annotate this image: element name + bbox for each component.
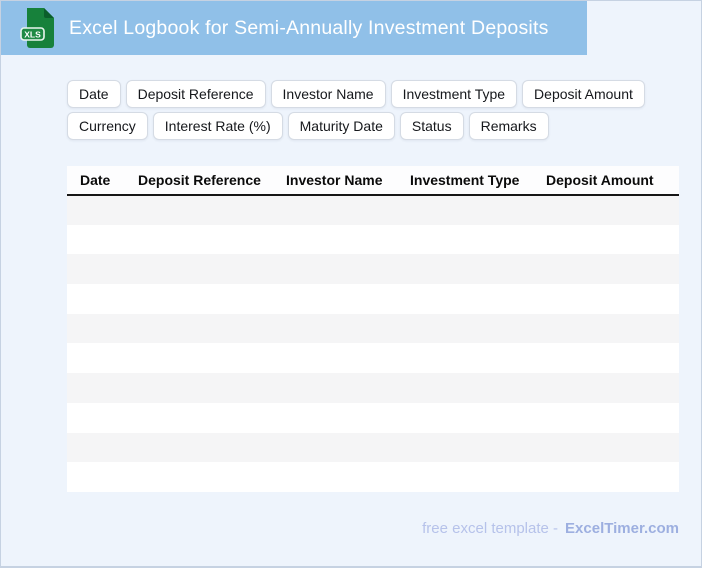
table-row xyxy=(67,254,679,285)
field-chip[interactable]: Date xyxy=(67,80,121,108)
footer-brand-link[interactable]: ExcelTimer.com xyxy=(565,520,679,537)
page-title: Excel Logbook for Semi-Annually Investme… xyxy=(69,16,549,39)
table-cell xyxy=(666,403,679,433)
table-row xyxy=(67,195,679,225)
table-body xyxy=(67,195,679,492)
table-cell xyxy=(67,254,125,284)
table-cell xyxy=(533,373,666,403)
table-cell xyxy=(67,373,125,403)
table-header-row: Date Deposit Reference Investor Name Invest… xyxy=(67,166,679,196)
table-cell xyxy=(666,343,679,373)
table-cell xyxy=(273,254,397,284)
field-chip[interactable]: Deposit Amount xyxy=(522,80,645,108)
table-cell xyxy=(125,403,273,433)
column-header: Investor Name xyxy=(273,166,397,196)
table-cell xyxy=(125,284,273,314)
table-cell xyxy=(125,462,273,492)
table-cell xyxy=(273,462,397,492)
table-cell xyxy=(273,343,397,373)
table-cell xyxy=(533,403,666,433)
footer-credit: free excel template - ExcelTimer.com xyxy=(422,520,679,537)
field-chips: Date Deposit Reference Investor Name Invest… xyxy=(67,80,667,140)
table-cell xyxy=(125,225,273,255)
field-chip[interactable]: Remarks xyxy=(468,112,549,140)
field-chip[interactable]: Investment Type xyxy=(390,80,518,108)
table-cell xyxy=(397,403,533,433)
table-cell xyxy=(533,462,666,492)
table-cell xyxy=(67,314,125,344)
xls-badge-label: XLS xyxy=(24,30,41,40)
table-cell xyxy=(67,403,125,433)
table-cell xyxy=(666,195,679,225)
table-cell xyxy=(125,373,273,403)
header-bar: XLS Excel Logbook for Semi-Annually Inve… xyxy=(1,1,587,55)
table-cell xyxy=(67,433,125,463)
table-cell xyxy=(397,254,533,284)
table-cell xyxy=(125,195,273,225)
table-cell xyxy=(533,343,666,373)
table-cell xyxy=(67,225,125,255)
field-chip[interactable]: Status xyxy=(399,112,464,140)
table-cell xyxy=(666,314,679,344)
table-cell xyxy=(533,314,666,344)
field-chip[interactable]: Interest Rate (%) xyxy=(152,112,283,140)
table-row xyxy=(67,402,679,433)
table-cell xyxy=(397,433,533,463)
field-chip[interactable]: Investor Name xyxy=(270,80,386,108)
table-cell xyxy=(666,284,679,314)
field-chip[interactable]: Currency xyxy=(67,112,148,140)
footer-text: free excel template - xyxy=(422,520,559,537)
table-cell xyxy=(125,314,273,344)
table-cell xyxy=(125,343,273,373)
column-header: Deposit Amount xyxy=(533,166,666,196)
table-row xyxy=(67,373,679,403)
table-cell xyxy=(67,284,125,314)
table-cell xyxy=(397,314,533,344)
table-cell xyxy=(273,314,397,344)
table-cell xyxy=(67,195,125,225)
table-row xyxy=(67,313,679,344)
table-cell xyxy=(666,225,679,255)
table-cell xyxy=(533,284,666,314)
table-row xyxy=(67,284,679,314)
table-cell xyxy=(125,433,273,463)
table-cell xyxy=(273,284,397,314)
table-cell xyxy=(666,462,679,492)
table-cell xyxy=(125,254,273,284)
table-cell xyxy=(397,343,533,373)
table-cell xyxy=(273,225,397,255)
column-header: Currency xyxy=(666,166,679,196)
column-header: Date xyxy=(67,166,125,196)
table-cell xyxy=(533,433,666,463)
column-header: Deposit Reference xyxy=(125,166,273,196)
logbook-table-container: Date Deposit Reference Investor Name Invest… xyxy=(67,166,679,493)
table-cell xyxy=(67,343,125,373)
xls-file-icon: XLS xyxy=(20,7,56,49)
table-cell xyxy=(273,373,397,403)
table-cell xyxy=(397,462,533,492)
table-cell xyxy=(273,433,397,463)
table-cell xyxy=(397,373,533,403)
table-cell xyxy=(273,195,397,225)
table-cell xyxy=(533,225,666,255)
field-chip[interactable]: Maturity Date xyxy=(287,112,395,140)
column-header: Investment Type xyxy=(397,166,533,196)
table-cell xyxy=(666,433,679,463)
logbook-table: Date Deposit Reference Investor Name Invest… xyxy=(67,166,679,492)
table-cell xyxy=(666,254,679,284)
table-row xyxy=(67,224,679,255)
table-cell xyxy=(533,254,666,284)
page: XLS Excel Logbook for Semi-Annually Inve… xyxy=(0,0,702,568)
table-row xyxy=(67,432,679,463)
table-cell xyxy=(397,284,533,314)
table-cell xyxy=(533,195,666,225)
field-chip[interactable]: Deposit Reference xyxy=(125,80,266,108)
table-row xyxy=(67,462,679,492)
table-cell xyxy=(666,373,679,403)
table-cell xyxy=(397,195,533,225)
table-cell xyxy=(397,225,533,255)
table-cell xyxy=(67,462,125,492)
table-cell xyxy=(273,403,397,433)
table-row xyxy=(67,343,679,374)
